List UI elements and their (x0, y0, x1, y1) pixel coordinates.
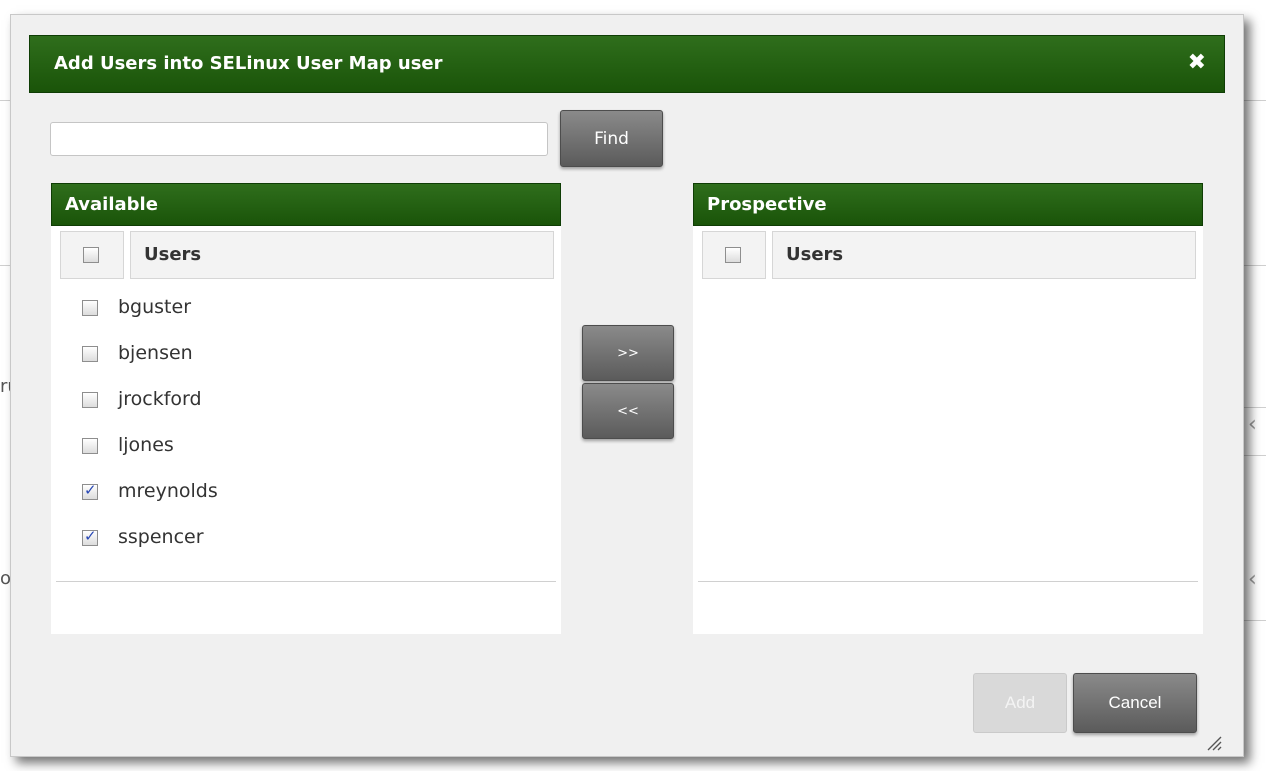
add-users-dialog: Add Users into SELinux User Map user ✖ F… (10, 14, 1244, 757)
available-users-column-label: Users (144, 244, 202, 265)
user-checkbox[interactable] (82, 300, 98, 316)
available-select-all-checkbox[interactable] (83, 247, 99, 263)
available-select-all-cell (60, 231, 124, 279)
list-item[interactable]: ljones (60, 423, 304, 469)
prospective-users-column-header: Users (772, 231, 1196, 279)
user-name: mreynolds (118, 480, 218, 502)
resize-grip-icon[interactable] (1204, 733, 1222, 751)
available-footer-divider (56, 581, 556, 582)
user-checkbox[interactable] (82, 481, 98, 500)
prospective-header: Prospective (693, 183, 1203, 226)
list-item[interactable]: sspencer (60, 515, 304, 561)
list-item[interactable]: mreynolds (60, 469, 304, 515)
user-name: ljones (118, 434, 174, 456)
close-icon[interactable]: ✖ (1188, 50, 1206, 75)
user-name: jrockford (118, 388, 202, 410)
list-item[interactable]: bguster (60, 285, 304, 331)
chevron-left-icon: ‹ (1248, 567, 1257, 592)
available-header-label: Available (65, 194, 158, 215)
add-button[interactable]: Add (973, 673, 1067, 733)
user-name: sspencer (118, 526, 204, 548)
chevron-left-icon: ‹ (1248, 412, 1257, 437)
find-button[interactable]: Find (560, 110, 663, 167)
list-item[interactable]: bjensen (60, 331, 304, 377)
prospective-footer-divider (698, 581, 1198, 582)
prospective-select-all-checkbox[interactable] (725, 247, 741, 263)
prospective-select-all-cell (702, 231, 766, 279)
move-right-button[interactable]: >> (582, 325, 674, 381)
user-name: bguster (118, 296, 192, 318)
available-header: Available (51, 183, 561, 226)
user-checkbox[interactable] (82, 438, 98, 454)
dialog-title: Add Users into SELinux User Map user (54, 53, 443, 74)
prospective-users-column-label: Users (786, 244, 844, 265)
available-panel: Available Users bguster bjensen jrockford l… (51, 183, 561, 634)
available-users-column-header: Users (130, 231, 554, 279)
cancel-button[interactable]: Cancel (1073, 673, 1197, 733)
user-checkbox[interactable] (82, 527, 98, 546)
search-input[interactable] (50, 122, 548, 156)
move-left-button[interactable]: << (582, 383, 674, 439)
list-item[interactable]: jrockford (60, 377, 304, 423)
prospective-panel: Prospective Users (693, 183, 1203, 634)
prospective-header-label: Prospective (707, 194, 827, 215)
user-checkbox[interactable] (82, 346, 98, 362)
user-name: bjensen (118, 342, 193, 364)
dialog-titlebar[interactable]: Add Users into SELinux User Map user ✖ (29, 35, 1225, 93)
user-checkbox[interactable] (82, 392, 98, 408)
